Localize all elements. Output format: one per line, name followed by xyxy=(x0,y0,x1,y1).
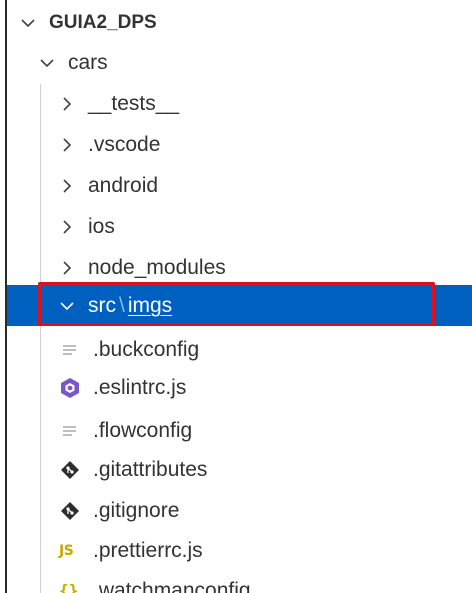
file-explorer: GUIA2_DPS cars __tests__ .vscode android… xyxy=(0,0,472,593)
file-label: .watchmanconfig xyxy=(93,578,251,593)
file-label: .prettierrc.js xyxy=(93,538,203,562)
folder-label: node_modules xyxy=(88,255,226,279)
chevron-down-icon xyxy=(38,54,56,72)
folder-label: ios xyxy=(88,214,115,238)
tree-file-eslintrc[interactable]: .eslintrc.js xyxy=(7,367,472,408)
chevron-right-icon xyxy=(58,136,76,154)
file-label: .gitignore xyxy=(93,498,180,522)
js-icon: JS xyxy=(59,542,74,559)
tree-file-flowconfig[interactable]: .flowconfig xyxy=(7,410,472,451)
tree-file-prettierrc[interactable]: JS .prettierrc.js xyxy=(7,530,472,571)
tree-file-buckconfig[interactable]: .buckconfig xyxy=(7,329,472,370)
tree-file-gitattributes[interactable]: .gitattributes xyxy=(7,449,472,490)
tree-folder-ios[interactable]: ios xyxy=(7,206,472,247)
tree-folder-android[interactable]: android xyxy=(7,165,472,206)
file-label: .eslintrc.js xyxy=(93,375,187,399)
file-label: .buckconfig xyxy=(93,337,200,361)
chevron-right-icon xyxy=(58,95,76,113)
chevron-right-icon xyxy=(58,177,76,195)
braces-icon: {} xyxy=(59,580,79,593)
lines-file-icon xyxy=(59,339,81,361)
folder-label: android xyxy=(88,173,159,197)
folder-label: cars xyxy=(68,50,108,74)
file-label: .gitattributes xyxy=(93,457,208,481)
eslint-icon xyxy=(59,377,81,399)
root-label: GUIA2_DPS xyxy=(49,11,157,33)
tree-folder-tests[interactable]: __tests__ xyxy=(7,83,472,124)
chevron-right-icon xyxy=(58,218,76,236)
chevron-right-icon xyxy=(58,259,76,277)
tree-folder-cars[interactable]: cars xyxy=(7,42,472,83)
folder-label: .vscode xyxy=(88,132,161,156)
tree-file-watchmanconfig[interactable]: {} .watchmanconfig xyxy=(7,570,472,593)
file-label: .flowconfig xyxy=(93,418,193,442)
folder-label: __tests__ xyxy=(88,91,180,115)
tree-folder-vscode[interactable]: .vscode xyxy=(7,124,472,165)
lines-file-icon xyxy=(59,420,81,442)
annotation-highlight-box xyxy=(38,282,435,326)
tree-file-gitignore[interactable]: .gitignore xyxy=(7,490,472,531)
chevron-down-icon xyxy=(19,14,37,32)
tree-root-guia2-dps[interactable]: GUIA2_DPS xyxy=(7,2,472,43)
git-icon xyxy=(59,459,81,481)
git-icon xyxy=(59,500,81,522)
